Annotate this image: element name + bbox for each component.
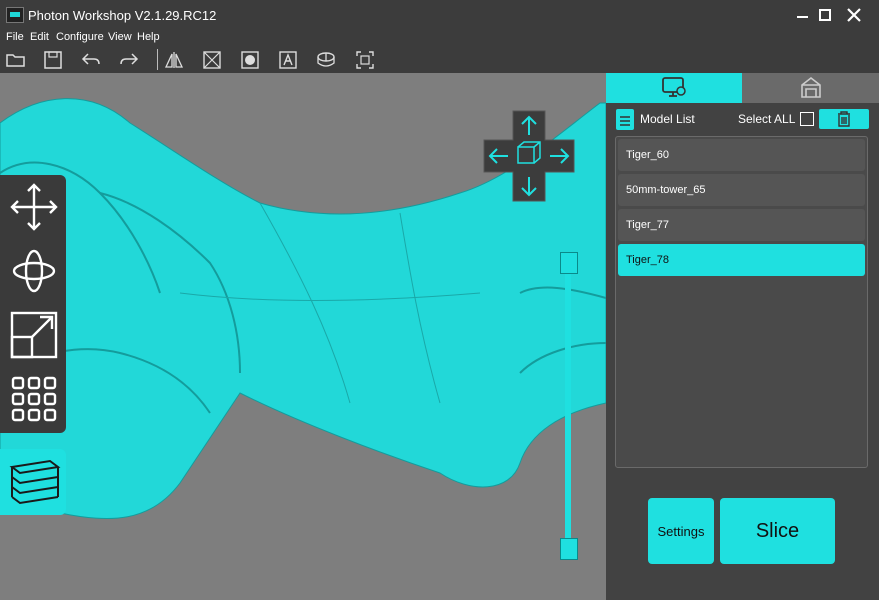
auto-support-icon[interactable] [354,49,376,71]
scale-tool-icon[interactable] [8,309,60,361]
select-all-label: Select ALL [738,112,796,126]
window-title: Photon Workshop V2.1.29.RC12 [28,8,217,23]
tab-model-list[interactable] [606,73,742,103]
undo-icon[interactable] [80,49,102,71]
punch-hole-icon[interactable] [239,49,261,71]
app-logo-icon [6,7,24,23]
delete-model-button[interactable] [819,109,869,129]
menu-file[interactable]: File [6,31,24,43]
minimize-button[interactable] [792,4,814,26]
menu-view[interactable]: View [108,31,132,43]
close-button[interactable] [843,4,865,26]
layers-tool-icon[interactable] [0,449,66,515]
model-list: Tiger_60 50mm-tower_65 Tiger_77 Tiger_78 [615,136,868,468]
slice-preview-icon[interactable] [315,49,337,71]
slice-button[interactable]: Slice [720,498,835,564]
printer-icon [801,76,821,98]
text-icon[interactable] [277,49,299,71]
redo-icon[interactable] [118,49,140,71]
open-folder-icon[interactable] [5,49,27,71]
save-icon[interactable] [42,49,64,71]
3d-viewport[interactable] [0,73,606,600]
layer-slider-top-handle[interactable] [560,252,578,274]
move-tool-icon[interactable] [8,181,60,233]
select-all-checkbox[interactable] [800,112,814,126]
menu-help[interactable]: Help [137,31,160,43]
monitor-settings-icon [662,77,686,97]
toolbar-divider [157,49,158,70]
title-bar: Photon Workshop V2.1.29.RC12 [0,0,879,30]
menu-edit[interactable]: Edit [30,31,49,43]
hollow-icon[interactable] [201,49,223,71]
maximize-button[interactable] [815,4,837,26]
layer-slider-bottom-handle[interactable] [560,538,578,560]
menu-bar: File Edit Configure View Help [0,30,879,46]
list-item[interactable]: 50mm-tower_65 [618,174,865,206]
model-list-icon [616,109,634,130]
list-item[interactable]: Tiger_77 [618,209,865,241]
tab-print-settings[interactable] [742,73,879,103]
list-item[interactable]: Tiger_60 [618,139,865,171]
view-navigation-pad[interactable] [482,109,576,203]
right-panel: Model List Select ALL Tiger_60 50mm-towe… [606,73,879,600]
layer-slider-track[interactable] [565,262,571,542]
menu-configure[interactable]: Configure [56,31,104,43]
model-list-title: Model List [640,112,695,126]
trash-icon [838,111,850,127]
rotate-tool-icon[interactable] [8,245,60,297]
toolbar [0,46,879,74]
list-item-selected[interactable]: Tiger_78 [618,244,865,276]
transform-toolbar [0,175,66,433]
settings-button[interactable]: Settings [648,498,714,564]
mirror-icon[interactable] [163,49,185,71]
arrange-tool-icon[interactable] [8,373,60,425]
